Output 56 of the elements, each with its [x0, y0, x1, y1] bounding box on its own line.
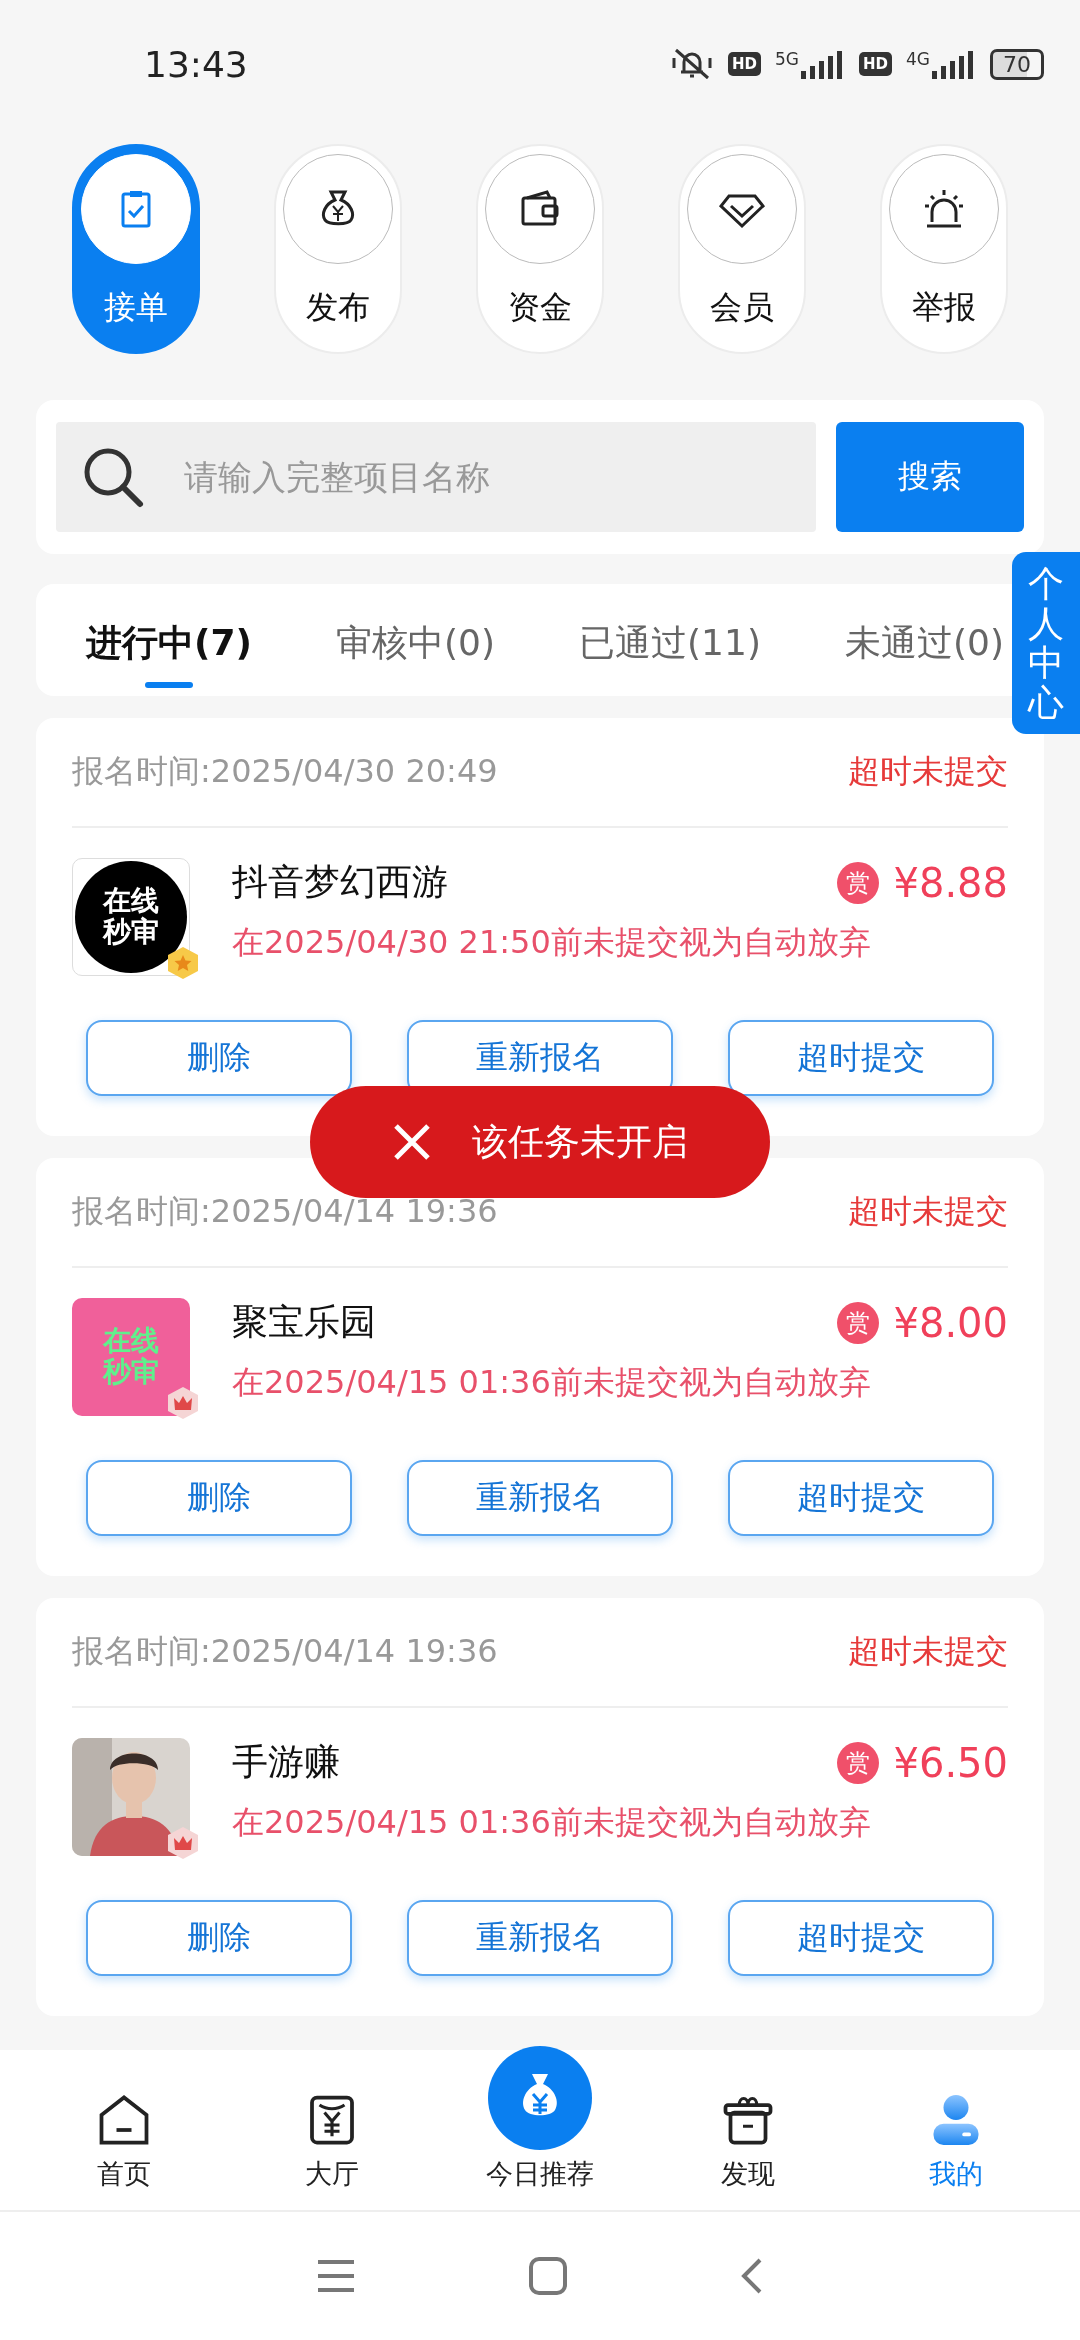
- deadline-note: 在2025/04/15 01:36前未提交视为自动放弃: [232, 1362, 872, 1403]
- task-price: ¥8.88: [893, 859, 1008, 906]
- task-title: 手游赚: [232, 1740, 340, 1784]
- deadline-note: 在2025/04/30 21:50前未提交视为自动放弃: [232, 922, 872, 963]
- status-tab[interactable]: 进行中(7): [82, 604, 256, 690]
- action-button[interactable]: 超时提交: [728, 1460, 994, 1536]
- nav-tab[interactable]: 我的: [876, 2090, 1036, 2192]
- search-button[interactable]: 搜索: [836, 422, 1024, 532]
- side-tab[interactable]: 个人中心: [1012, 552, 1080, 735]
- menu-tile[interactable]: 举报: [880, 144, 1008, 354]
- app-logo: 在线秒审: [75, 861, 187, 973]
- signup-time: 报名时间:2025/04/14 19:36: [72, 1191, 498, 1232]
- action-button[interactable]: 删除: [86, 1460, 352, 1536]
- nav-tab[interactable]: 发现: [668, 2090, 828, 2192]
- nav-tab[interactable]: 大厅: [252, 2090, 412, 2192]
- app-logo: 在线秒审: [72, 1298, 190, 1416]
- menu-tile[interactable]: 发布: [274, 144, 402, 354]
- nav-tab[interactable]: 首页: [44, 2090, 204, 2192]
- task-title: 聚宝乐园: [232, 1300, 376, 1344]
- action-button[interactable]: 删除: [86, 1900, 352, 1976]
- action-button[interactable]: 超时提交: [728, 1020, 994, 1096]
- search-field[interactable]: 请输入完整项目名称: [56, 422, 816, 532]
- toast-text: 该任务未开启: [472, 1119, 688, 1164]
- signal-icon: [932, 49, 976, 79]
- nav-tab[interactable]: 今日推荐: [460, 2046, 620, 2192]
- menu-tile[interactable]: 会员: [678, 144, 806, 354]
- action-button[interactable]: 删除: [86, 1020, 352, 1096]
- deadline-note: 在2025/04/15 01:36前未提交视为自动放弃: [232, 1802, 872, 1843]
- home-icon[interactable]: [528, 2256, 568, 2296]
- task-status: 超时未提交: [848, 1191, 1008, 1232]
- menu-tile[interactable]: 资金: [476, 144, 604, 354]
- task-price: ¥6.50: [893, 1739, 1008, 1786]
- network-label: 5G: [775, 49, 799, 69]
- status-tab[interactable]: 已通过(11): [575, 604, 765, 690]
- task-title: 抖音梦幻西游: [232, 860, 448, 904]
- status-tab[interactable]: 未通过(0): [840, 604, 1008, 690]
- close-icon: [392, 1122, 432, 1162]
- battery-indicator: 70: [990, 48, 1044, 80]
- reward-badge: 赏: [837, 1301, 880, 1344]
- signup-time: 报名时间:2025/04/30 20:49: [72, 751, 498, 792]
- status-time: 13:43: [144, 43, 248, 85]
- task-status: 超时未提交: [848, 1631, 1008, 1672]
- signal-icon: [801, 49, 845, 79]
- hd-badge: HD: [859, 52, 892, 76]
- action-button[interactable]: 超时提交: [728, 1900, 994, 1976]
- action-button[interactable]: 重新报名: [407, 1900, 673, 1976]
- status-tab[interactable]: 审核中(0): [332, 604, 499, 690]
- task-price: ¥8.00: [893, 1299, 1008, 1346]
- reward-badge: 赏: [837, 1741, 880, 1784]
- hd-badge: HD: [727, 52, 761, 76]
- reward-badge: 赏: [837, 861, 880, 904]
- network-label: 4G: [906, 49, 930, 69]
- task-status: 超时未提交: [848, 751, 1008, 792]
- signup-time: 报名时间:2025/04/14 19:36: [72, 1631, 498, 1672]
- action-button[interactable]: 重新报名: [407, 1460, 673, 1536]
- menu-tile[interactable]: 接单: [72, 144, 200, 354]
